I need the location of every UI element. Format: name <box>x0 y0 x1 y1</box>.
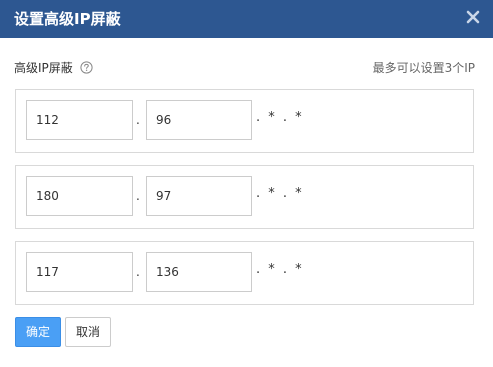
question-circle-icon[interactable] <box>80 61 93 74</box>
ip-rule-row: . . * . * <box>15 165 474 229</box>
section-label: 高级IP屏蔽 <box>14 61 73 75</box>
ip-octet-1-input[interactable] <box>26 100 133 140</box>
ip-octet-2-input[interactable] <box>146 100 252 140</box>
ip-block-dialog: 设置高级IP屏蔽 高级IP屏蔽 最多可以设置3个IP . . * . * . .… <box>0 0 493 367</box>
dialog-titlebar: 设置高级IP屏蔽 <box>0 0 493 38</box>
confirm-button[interactable]: 确定 <box>15 317 61 347</box>
ip-wildcard-suffix: . * . * <box>256 186 304 201</box>
cancel-button[interactable]: 取消 <box>65 317 111 347</box>
ip-octet-1-input[interactable] <box>26 176 133 216</box>
ip-octet-1-input[interactable] <box>26 252 133 292</box>
ip-separator: . <box>136 189 140 203</box>
ip-rule-row: . . * . * <box>15 89 474 153</box>
close-icon[interactable] <box>466 10 480 24</box>
ip-octet-2-input[interactable] <box>146 252 252 292</box>
ip-wildcard-suffix: . * . * <box>256 110 304 125</box>
dialog-title: 设置高级IP屏蔽 <box>14 10 121 28</box>
ip-octet-2-input[interactable] <box>146 176 252 216</box>
ip-rule-row: . . * . * <box>15 241 474 305</box>
ip-separator: . <box>136 265 140 279</box>
ip-separator: . <box>136 113 140 127</box>
ip-wildcard-suffix: . * . * <box>256 262 304 277</box>
limit-note: 最多可以设置3个IP <box>372 61 475 75</box>
